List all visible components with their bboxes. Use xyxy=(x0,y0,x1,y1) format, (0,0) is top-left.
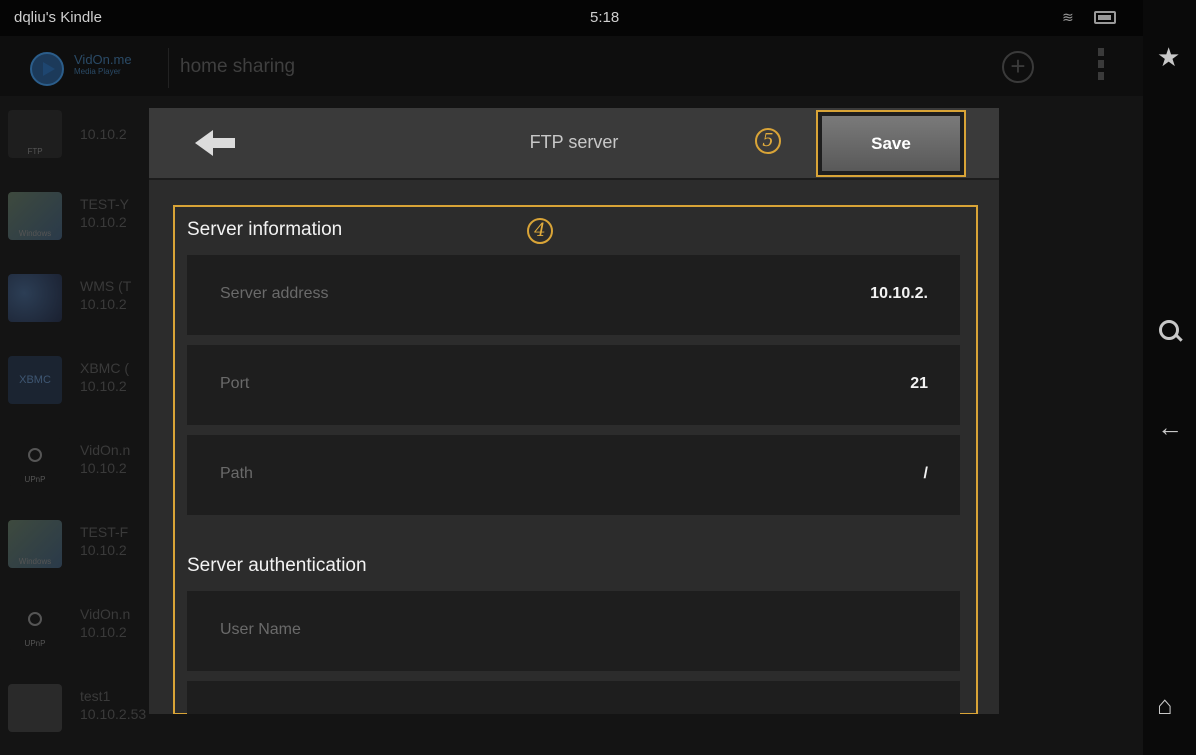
header-divider xyxy=(168,48,169,88)
server-name: test1 xyxy=(80,688,111,704)
server-address: 10.10.2 xyxy=(80,296,127,312)
device-name: dqliu's Kindle xyxy=(14,9,102,26)
wifi-icon: ≋ xyxy=(1062,9,1074,25)
field-value: / xyxy=(923,465,928,482)
field-value: 21 xyxy=(910,375,928,392)
port-field[interactable]: Port 21 xyxy=(187,345,960,425)
step-4-marker: 4 xyxy=(527,218,553,244)
home-icon[interactable]: ⌂ xyxy=(1157,690,1173,721)
save-button[interactable]: Save xyxy=(822,116,960,171)
server-address-field[interactable]: Server address 10.10.2. xyxy=(187,255,960,335)
server-address: 10.10.2 xyxy=(80,214,127,230)
server-address: 10.10.2 xyxy=(80,624,127,640)
wms-icon xyxy=(8,274,62,322)
field-label: Server address xyxy=(220,285,329,302)
path-field[interactable]: Path / xyxy=(187,435,960,515)
server-address: 10.10.2 xyxy=(80,378,127,394)
step-5-marker: 5 xyxy=(755,128,781,154)
section-title-server-authentication: Server authentication xyxy=(187,555,367,576)
star-icon[interactable]: ★ xyxy=(1157,42,1180,73)
password-field[interactable] xyxy=(187,681,960,714)
usb-drive-icon xyxy=(8,684,62,732)
server-address: 10.10.2 xyxy=(80,126,127,142)
app-header: VidOn.me Media Player home sharing + xyxy=(0,36,1143,96)
server-address: 10.10.2 xyxy=(80,460,127,476)
brand-subtitle: Media Player xyxy=(74,67,121,76)
field-value: 10.10.2. xyxy=(870,285,928,302)
brand-title: VidOn.me xyxy=(74,52,132,67)
battery-icon xyxy=(1094,11,1116,24)
system-nav-bar: ★ ← ⌂ xyxy=(1143,0,1196,755)
windows-icon: Windows xyxy=(8,520,62,568)
vidon-logo-icon xyxy=(30,52,64,86)
server-name: VidOn.n xyxy=(80,606,131,622)
dialog-header: FTP server 5 Save xyxy=(149,108,999,180)
server-name: WMS (T xyxy=(80,278,132,294)
server-address: 10.10.2 xyxy=(80,542,127,558)
brand-name: VidOn.me Media Player xyxy=(74,52,164,78)
header-title: home sharing xyxy=(180,56,296,77)
ftp-icon: FTP xyxy=(8,110,62,158)
xbmc-icon: XBMC xyxy=(8,356,62,404)
clock: 5:18 xyxy=(590,9,620,26)
add-server-button[interactable]: + xyxy=(1002,51,1034,83)
back-icon[interactable]: ← xyxy=(1157,412,1183,443)
field-label: Port xyxy=(220,375,250,392)
user-name-field[interactable]: User Name xyxy=(187,591,960,671)
upnp-icon: UPnP xyxy=(8,438,62,486)
field-label: Path xyxy=(220,465,253,482)
status-bar: dqliu's Kindle 5:18 ≋ xyxy=(0,0,1143,36)
search-icon[interactable] xyxy=(1157,318,1183,344)
server-address: 10.10.2.53 xyxy=(80,706,147,722)
server-name: VidOn.n xyxy=(80,442,131,458)
overflow-menu-icon[interactable] xyxy=(1096,46,1106,86)
server-name: TEST-F xyxy=(80,524,129,540)
server-name: XBMC ( xyxy=(80,360,129,376)
windows-icon: Windows xyxy=(8,192,62,240)
upnp-icon: UPnP xyxy=(8,602,62,650)
ftp-server-dialog: FTP server 5 Save 4 Server information S… xyxy=(149,108,999,714)
field-label: User Name xyxy=(220,621,301,638)
section-title-server-information: Server information xyxy=(187,219,343,240)
server-name: TEST-Y xyxy=(80,196,130,212)
save-button-highlight: Save xyxy=(816,110,966,177)
